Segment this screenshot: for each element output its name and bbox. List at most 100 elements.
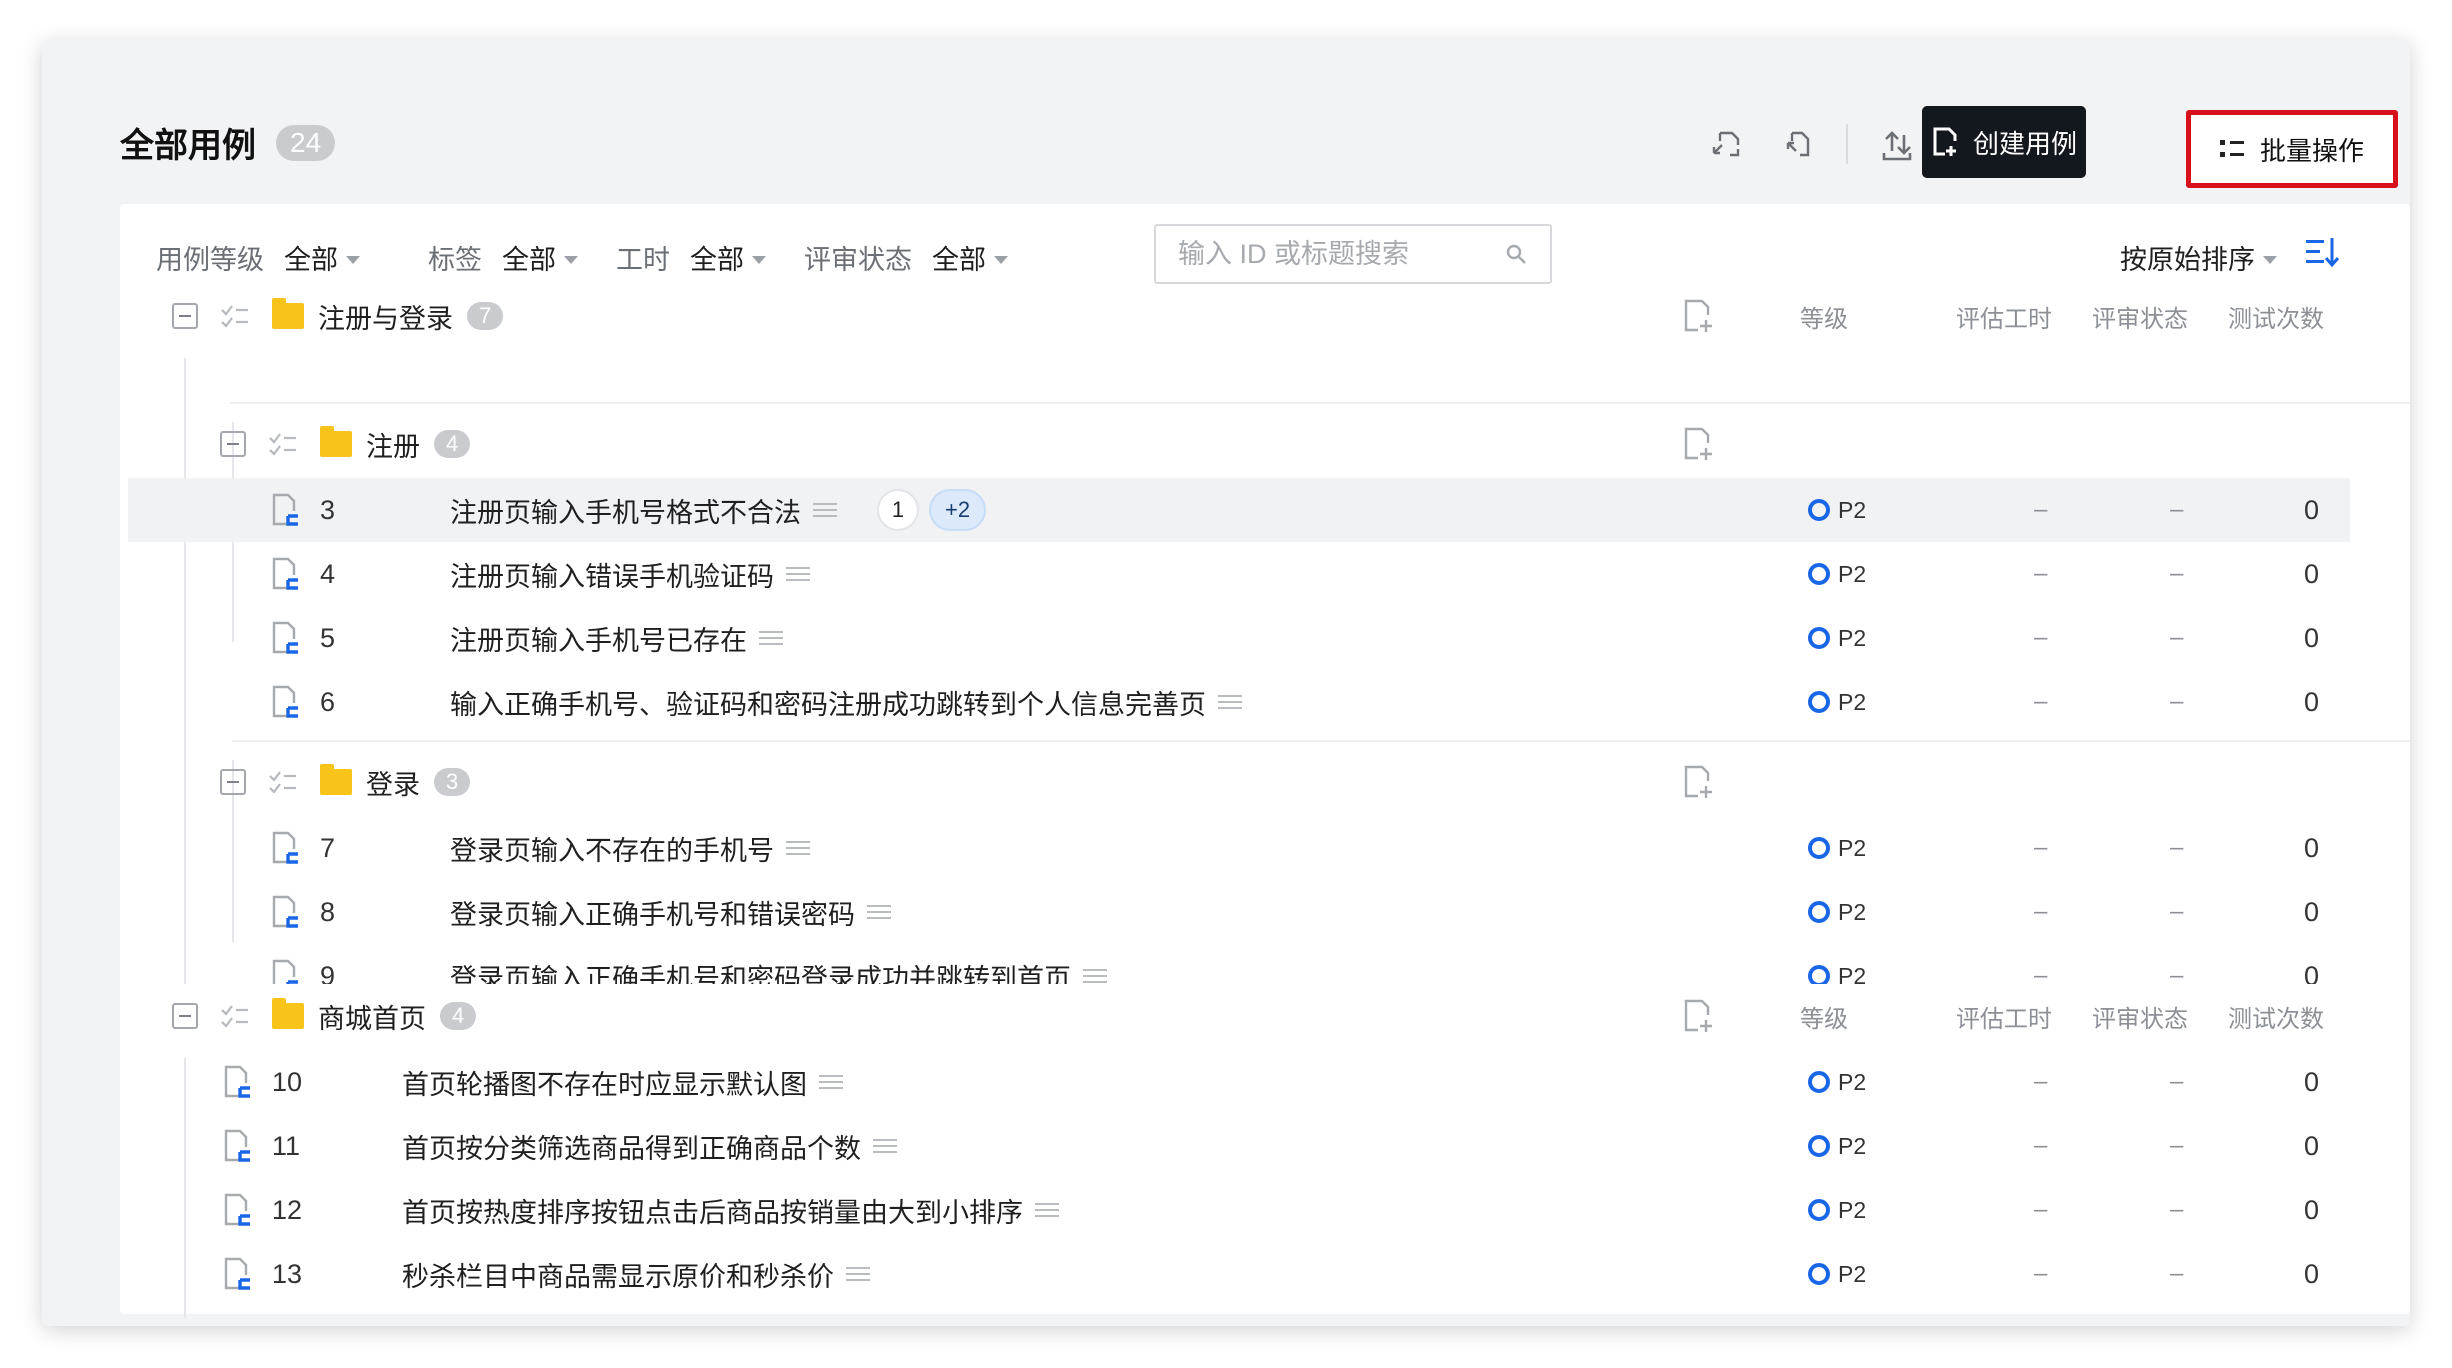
description-icon [819,1075,843,1089]
review-status: – [2170,834,2184,861]
subgroup-row[interactable]: 注册 4 [120,412,2410,476]
priority[interactable]: P2 [1808,606,1866,670]
priority-ring-icon [1808,1263,1830,1285]
export-icon[interactable] [1778,125,1816,163]
filter-label: 用例等级 [156,245,264,275]
review-status: – [2170,496,2184,523]
search-icon[interactable] [1504,242,1528,266]
filter-value: 全部 [932,245,986,275]
more-tags-badge[interactable]: +2 [929,489,987,531]
total-count-badge: 24 [276,124,336,161]
review-status: – [2170,1196,2184,1223]
priority-ring-icon [1808,837,1830,859]
case-title[interactable]: 登录页输入不存在的手机号 [450,829,774,868]
estimated-hours: – [2034,560,2048,587]
collapse-toggle[interactable] [220,769,246,795]
case-row[interactable]: 13 秒杀栏目中商品需显示原价和秒杀价 P2 – – 0 [120,1242,2410,1306]
case-row[interactable]: 3 注册页输入手机号格式不合法 1 +2 P2 – – 0 [128,478,2350,542]
priority[interactable]: P2 [1808,542,1866,606]
sort-order-icon[interactable] [2304,234,2340,270]
case-row[interactable]: 6 输入正确手机号、验证码和密码注册成功跳转到个人信息完善页 P2 – – 0 [120,670,2410,734]
case-title[interactable]: 首页按分类筛选商品得到正确商品个数 [402,1127,861,1166]
case-row[interactable]: 12 首页按热度排序按钮点击后商品按销量由大到小排序 P2 – – 0 [120,1178,2410,1242]
priority[interactable]: P2 [1808,1178,1866,1242]
add-case-icon[interactable] [1682,998,1716,1034]
case-title[interactable]: 首页轮播图不存在时应显示默认图 [402,1063,807,1102]
priority[interactable]: P2 [1808,1114,1866,1178]
divider [230,402,2410,404]
case-id: 4 [320,558,336,589]
priority[interactable]: P2 [1808,670,1866,734]
run-count: 0 [2304,558,2320,589]
create-case-button[interactable]: 创建用例 [1922,106,2086,178]
group-card-mall-home: 商城首页 4 等级 评估工时 评审状态 测试次数 10 首页轮播图不存在时应显示… [120,984,2410,1318]
estimated-hours: – [2034,1132,2048,1159]
case-title[interactable]: 注册页输入手机号格式不合法 [450,491,801,530]
filter-case-level[interactable]: 用例等级 全部 [156,238,360,277]
column-header-hours: 评估工时 [1956,305,2052,333]
collapse-toggle[interactable] [172,303,198,329]
subgroup-count-badge: 4 [434,430,471,458]
subgroup-row[interactable]: 登录 3 [120,750,2410,814]
filter-hours[interactable]: 工时 全部 [616,238,766,277]
priority[interactable]: P2 [1808,1050,1866,1114]
group-card-register-login: 注册与登录 7 等级 评估工时 评审状态 测试次数 注册 4 3 注册页输入手机… [120,284,2410,1014]
description-icon [846,1267,870,1281]
test-case-file-icon [224,1129,250,1162]
filter-value: 全部 [284,245,338,275]
folder-icon [272,998,304,1029]
case-id: 11 [272,1130,301,1161]
collapse-toggle[interactable] [172,1003,198,1029]
search-box [1154,224,1552,284]
case-row[interactable]: 7 登录页输入不存在的手机号 P2 – – 0 [120,816,2410,880]
group-row[interactable]: 商城首页 4 等级 评估工时 评审状态 测试次数 [120,984,2410,1048]
priority-label: P2 [1838,1260,1867,1287]
estimated-hours: – [2034,1068,2048,1095]
checklist-icon[interactable] [220,302,250,330]
review-status: – [2170,1260,2184,1287]
test-case-file-icon [272,895,298,928]
column-header-level: 等级 [1800,1005,1848,1033]
sort-dropdown[interactable]: 按原始排序 [2120,238,2277,277]
filter-value: 全部 [690,245,744,275]
priority[interactable]: P2 [1808,816,1866,880]
case-title[interactable]: 秒杀栏目中商品需显示原价和秒杀价 [402,1255,834,1294]
priority[interactable]: P2 [1808,1242,1866,1306]
checklist-icon[interactable] [220,1002,250,1030]
case-title[interactable]: 注册页输入错误手机验证码 [450,555,774,594]
case-row[interactable]: 10 首页轮播图不存在时应显示默认图 P2 – – 0 [120,1050,2410,1114]
filter-review-status[interactable]: 评审状态 全部 [804,238,1008,277]
add-case-icon[interactable] [1682,426,1716,462]
page-title: 全部用例 [120,127,256,165]
column-header-hours: 评估工时 [1956,1005,2052,1033]
case-title[interactable]: 输入正确手机号、验证码和密码注册成功跳转到个人信息完善页 [450,683,1206,722]
search-input[interactable] [1178,238,1478,270]
collapse-toggle[interactable] [220,431,246,457]
priority[interactable]: P2 [1808,880,1866,944]
case-row[interactable]: 4 注册页输入错误手机验证码 P2 – – 0 [120,542,2410,606]
case-row[interactable]: 5 注册页输入手机号已存在 P2 – – 0 [120,606,2410,670]
upload-icon[interactable] [1878,125,1916,163]
filter-tag[interactable]: 标签 全部 [428,238,578,277]
case-title[interactable]: 首页按热度排序按钮点击后商品按销量由大到小排序 [402,1191,1023,1230]
case-row[interactable]: 11 首页按分类筛选商品得到正确商品个数 P2 – – 0 [120,1114,2410,1178]
case-title[interactable]: 注册页输入手机号已存在 [450,619,747,658]
add-case-icon[interactable] [1682,298,1716,334]
tag-count-badge[interactable]: 1 [877,489,919,531]
review-status: – [2170,688,2184,715]
add-case-icon[interactable] [1682,764,1716,800]
import-icon[interactable] [1710,125,1748,163]
run-count: 0 [2304,832,2320,863]
group-row[interactable]: 注册与登录 7 等级 评估工时 评审状态 测试次数 [120,284,2410,348]
filter-value: 全部 [502,245,556,275]
checklist-icon[interactable] [268,768,298,796]
priority[interactable]: P2 [1808,478,1866,542]
toolbar-divider [1846,124,1848,164]
case-row[interactable]: 8 登录页输入正确手机号和错误密码 P2 – – 0 [120,880,2410,944]
sort-label: 按原始排序 [2120,245,2255,275]
case-title[interactable]: 登录页输入正确手机号和错误密码 [450,893,855,932]
batch-operation-button[interactable]: 批量操作 [2186,110,2398,188]
checklist-icon[interactable] [268,430,298,458]
test-case-file-icon [224,1257,250,1290]
priority-label: P2 [1838,688,1867,715]
